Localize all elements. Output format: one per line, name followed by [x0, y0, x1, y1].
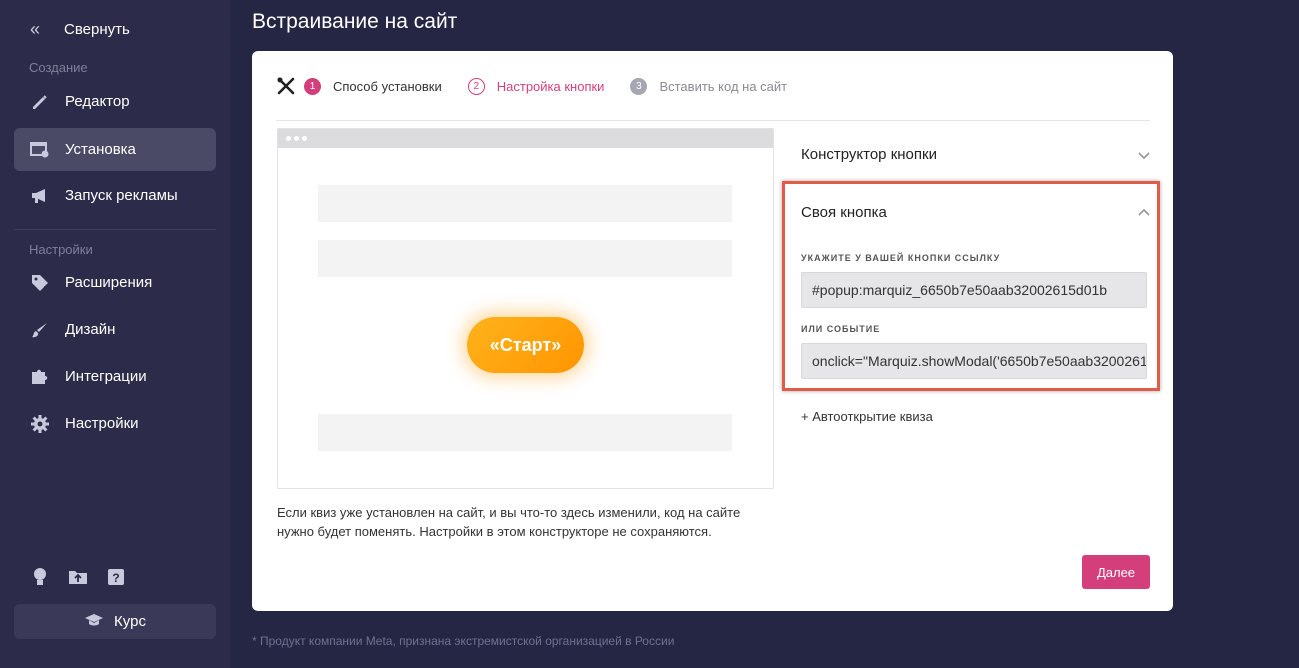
sidebar-item-extensions[interactable]: Расширения — [14, 261, 216, 304]
window-dot-icon — [294, 136, 299, 141]
placeholder-block — [318, 185, 732, 222]
event-field-label: ИЛИ СОБЫТИЕ — [801, 324, 881, 334]
next-button[interactable]: Далее — [1082, 555, 1150, 589]
sidebar-item-label: Расширения — [65, 274, 153, 291]
puzzle-icon — [30, 367, 50, 387]
placeholder-block — [318, 240, 732, 277]
section-label-create: Создание — [29, 60, 88, 75]
install-icon — [30, 140, 50, 160]
footnote: * Продукт компании Meta, признана экстре… — [252, 634, 675, 648]
start-button-preview[interactable]: «Старт» — [467, 317, 584, 373]
window-dot-icon — [286, 136, 291, 141]
autoopen-link[interactable]: + Автооткрытие квиза — [801, 409, 933, 424]
help-icon[interactable]: ? — [106, 567, 126, 587]
embed-card: 1 Способ установки 2 Настройка кнопки 3 … — [252, 51, 1173, 611]
browser-bar — [278, 129, 773, 148]
install-note: Если квиз уже установлен на сайт, и вы ч… — [277, 505, 741, 539]
sidebar-item-ads[interactable]: Запуск рекламы — [14, 174, 216, 217]
chevron-down-icon — [1137, 148, 1151, 162]
chevron-up-icon — [1137, 206, 1151, 220]
course-label: Курс — [114, 613, 146, 630]
accordion-button-constructor[interactable]: Конструктор кнопки — [801, 146, 1151, 163]
step-number: 1 — [304, 77, 321, 95]
sidebar-item-label: Дизайн — [65, 321, 116, 338]
sidebar-item-settings[interactable]: Настройки — [14, 402, 216, 445]
pencil-icon — [30, 92, 50, 112]
sidebar-item-label: Настройки — [65, 415, 139, 432]
link-field-label: УКАЖИТЕ У ВАШЕЙ КНОПКИ ССЫЛКУ — [801, 253, 1001, 263]
sidebar-item-install[interactable]: Установка — [14, 128, 216, 171]
svg-text:?: ? — [112, 571, 119, 585]
bottom-icons: ? — [30, 567, 126, 587]
page-title: Встраивание на сайт — [252, 10, 458, 33]
event-input[interactable]: onclick="Marquiz.showModal('6650b7e50aab… — [801, 343, 1147, 379]
step-label: Настройка кнопки — [496, 78, 605, 94]
double-chevron-left-icon: « — [30, 18, 41, 39]
divider — [276, 120, 1150, 121]
step-number: 2 — [467, 77, 485, 95]
step-insert-code[interactable]: 3 Вставить код на сайт — [630, 77, 788, 95]
lightbulb-icon[interactable] — [30, 567, 50, 587]
section-label-settings: Настройки — [29, 242, 93, 257]
window-dot-icon — [302, 136, 307, 141]
graduation-cap-icon — [84, 612, 104, 632]
sidebar-item-label: Редактор — [65, 93, 130, 110]
placeholder-block — [318, 414, 732, 451]
brush-icon — [30, 320, 50, 340]
link-input[interactable]: #popup:marquiz_6650b7e50aab32002615d01b — [801, 272, 1147, 308]
sidebar-item-label: Установка — [65, 141, 136, 158]
gear-icon — [30, 414, 50, 434]
step-button-settings[interactable]: 2 Настройка кнопки — [467, 77, 605, 95]
step-install-method[interactable]: 1 Способ установки — [304, 77, 442, 95]
site-preview: «Старт» — [277, 128, 774, 489]
accordion-title: Конструктор кнопки — [801, 146, 937, 163]
course-button[interactable]: Курс — [14, 604, 216, 639]
step-number: 3 — [630, 77, 648, 95]
divider — [14, 229, 216, 230]
megaphone-icon — [30, 186, 50, 206]
sidebar-item-design[interactable]: Дизайн — [14, 308, 216, 351]
collapse-label: Свернуть — [64, 20, 130, 38]
folder-upload-icon[interactable] — [68, 567, 88, 587]
step-label: Способ установки — [333, 78, 442, 94]
sidebar-item-label: Запуск рекламы — [65, 187, 178, 204]
sidebar-item-integrations[interactable]: Интеграции — [14, 355, 216, 398]
sidebar: « Свернуть Создание Редактор Установка З… — [0, 0, 230, 668]
steps-bar: 1 Способ установки 2 Настройка кнопки 3 … — [276, 75, 813, 97]
tools-icon — [276, 76, 296, 96]
accordion-title: Своя кнопка — [801, 204, 887, 221]
sidebar-item-label: Интеграции — [65, 368, 147, 385]
step-label: Вставить код на сайт — [659, 78, 788, 94]
collapse-sidebar-button[interactable]: « Свернуть — [30, 18, 130, 40]
sidebar-item-editor[interactable]: Редактор — [14, 80, 216, 123]
tag-plus-icon — [30, 273, 50, 293]
accordion-own-button[interactable]: Своя кнопка — [801, 204, 1151, 221]
